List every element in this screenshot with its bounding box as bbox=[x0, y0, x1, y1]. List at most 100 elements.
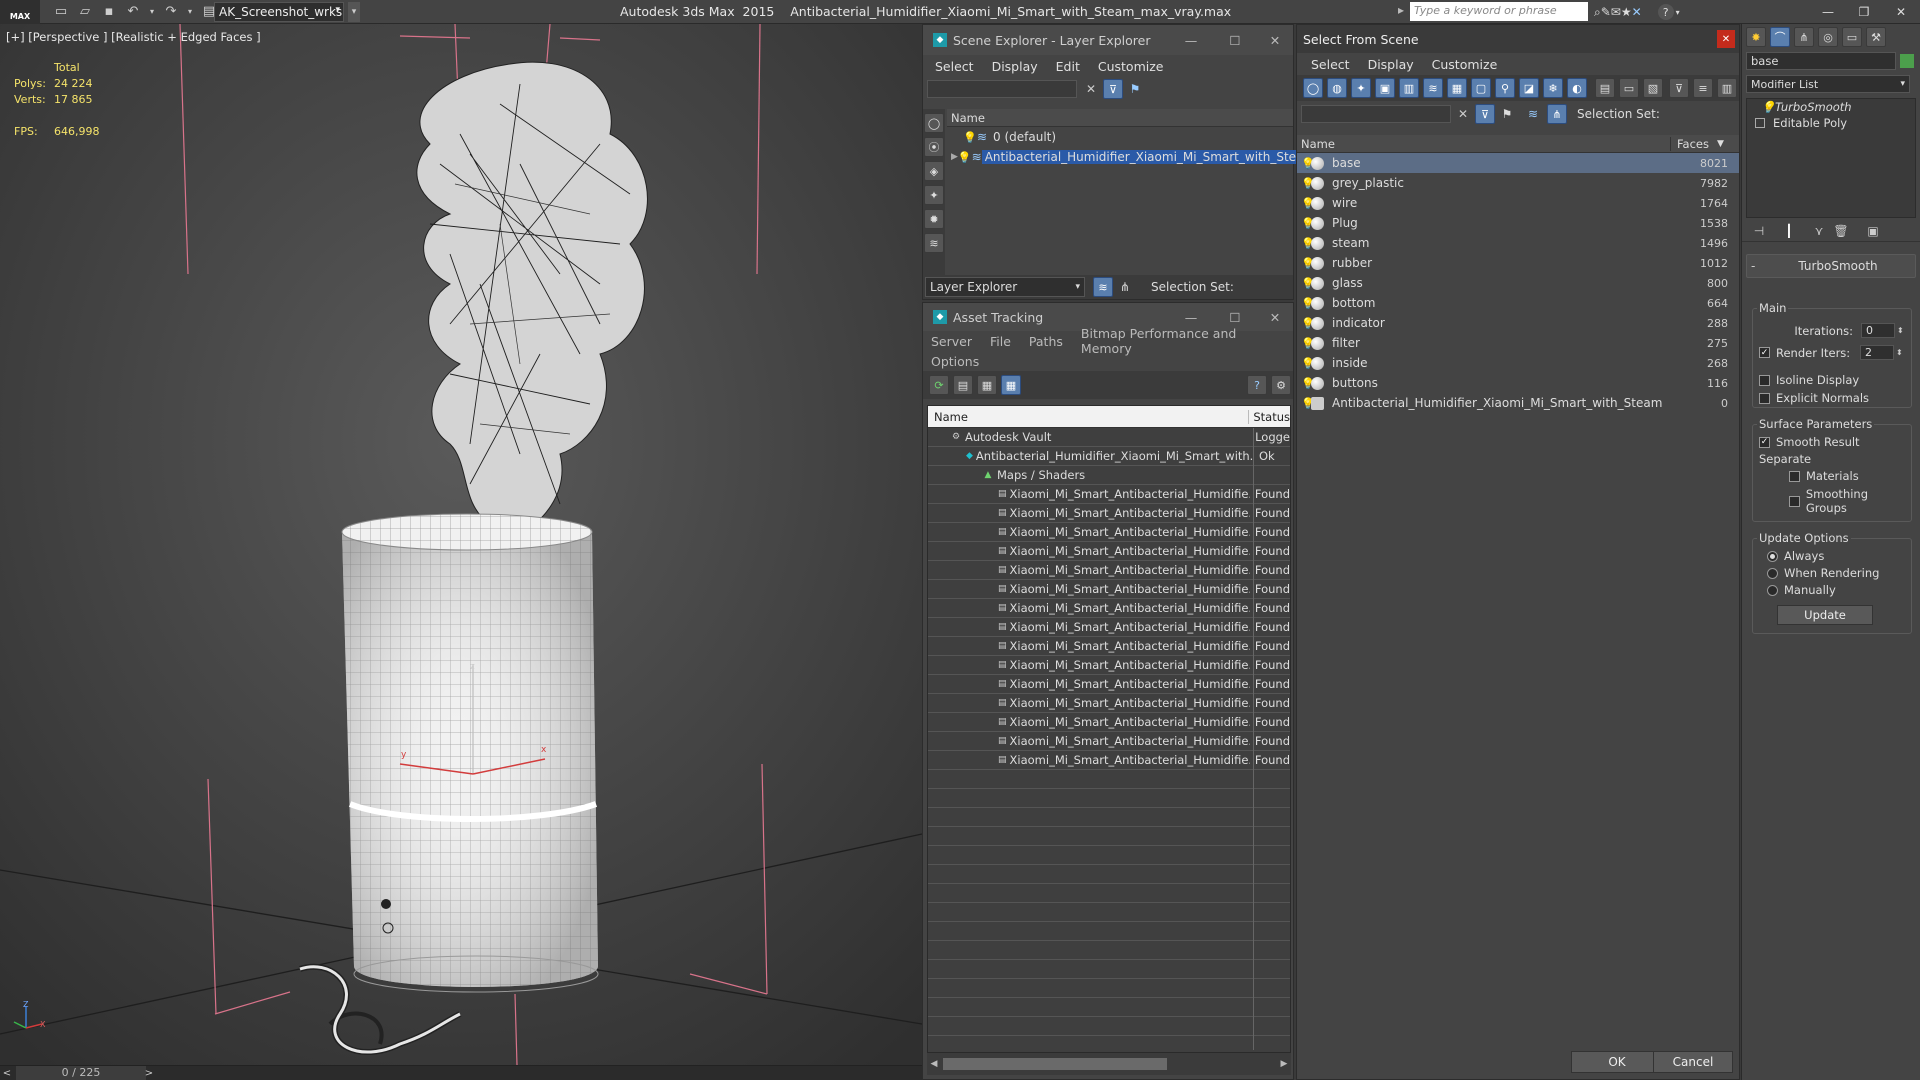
object-name-input[interactable]: base bbox=[1746, 52, 1896, 70]
object-row[interactable]: 💡 Antibacterial_Humidifier_Xiaomi_Mi_Smar… bbox=[1297, 393, 1739, 413]
menu-options[interactable]: Options bbox=[931, 354, 979, 369]
workspace-dropdown[interactable]: AK_Screenshot_wrksp ▾ bbox=[214, 2, 344, 22]
help-icon[interactable]: ? bbox=[1657, 4, 1674, 20]
display-spacewarps-icon[interactable]: ≋ bbox=[1423, 78, 1443, 98]
lights-filter-icon[interactable]: ✹ bbox=[924, 209, 944, 229]
display-lights-icon[interactable]: ✦ bbox=[1351, 78, 1371, 98]
menu-customize[interactable]: Customize bbox=[1098, 59, 1164, 74]
redo-icon[interactable]: ↷ bbox=[162, 3, 180, 21]
open-file-icon[interactable]: ▱ bbox=[76, 3, 94, 21]
object-row[interactable]: 💡 Plug 1538 bbox=[1297, 213, 1739, 233]
layers-icon[interactable]: ≋ bbox=[1521, 107, 1545, 121]
bulb-icon[interactable]: 💡 bbox=[1297, 357, 1315, 370]
restore-icon[interactable]: ❐ bbox=[1846, 0, 1882, 24]
asset-row[interactable]: ▤ Xiaomi_Mi_Smart_Antibacterial_Humidifie… bbox=[928, 485, 1290, 504]
materials-checkbox[interactable] bbox=[1789, 470, 1800, 482]
layers-filter-icon[interactable]: ≋ bbox=[924, 233, 944, 253]
maximize-icon[interactable]: ☐ bbox=[1213, 33, 1257, 48]
display-groups-icon[interactable]: ▦ bbox=[1447, 78, 1467, 98]
layer-list-header[interactable]: Name bbox=[947, 109, 1293, 127]
menu-paths[interactable]: Paths bbox=[1029, 334, 1063, 349]
close-icon[interactable]: ✕ bbox=[1717, 30, 1735, 48]
undo-dropdown-icon[interactable]: ▾ bbox=[148, 3, 156, 21]
bulb-icon[interactable]: 💡 bbox=[963, 131, 977, 144]
stack-item-turbosmooth[interactable]: 💡 TurboSmooth bbox=[1747, 99, 1915, 115]
list-view-icon[interactable]: ▤ bbox=[953, 375, 973, 395]
cancel-button[interactable]: Cancel bbox=[1653, 1051, 1733, 1073]
select-search-input[interactable] bbox=[1301, 105, 1451, 123]
bulb-icon[interactable]: 💡 bbox=[1297, 197, 1315, 210]
bulb-icon[interactable]: 💡 bbox=[1297, 237, 1315, 250]
minimize-icon[interactable]: — bbox=[1169, 33, 1213, 48]
close-icon[interactable]: ✕ bbox=[1882, 0, 1920, 24]
object-row[interactable]: 💡 indicator 288 bbox=[1297, 313, 1739, 333]
viewport-label[interactable]: [+] [Perspective ] [Realistic + Edged Fa… bbox=[6, 30, 261, 44]
faces-column-header[interactable]: Faces bbox=[1671, 137, 1709, 151]
display-bones-icon[interactable]: ⚲ bbox=[1495, 78, 1515, 98]
object-row[interactable]: 💡 filter 275 bbox=[1297, 333, 1739, 353]
modifier-list-dropdown[interactable]: Modifier List ▾ bbox=[1746, 75, 1910, 93]
search-input[interactable]: Type a keyword or phrase bbox=[1410, 2, 1588, 21]
menu-customize[interactable]: Customize bbox=[1432, 57, 1498, 72]
menu-server[interactable]: Server bbox=[931, 334, 972, 349]
iterations-spinner[interactable]: 0 bbox=[1861, 323, 1895, 338]
asset-row[interactable]: ▤ Xiaomi_Mi_Smart_Antibacterial_Humidifie… bbox=[928, 580, 1290, 599]
motion-tab-icon[interactable]: ◎ bbox=[1818, 27, 1838, 47]
bulb-icon[interactable]: 💡 bbox=[1761, 100, 1775, 114]
bulb-icon[interactable]: 💡 bbox=[1297, 177, 1315, 190]
save-icon[interactable]: ▪ bbox=[100, 3, 118, 21]
exchange-icon[interactable]: ✕ bbox=[1632, 5, 1642, 19]
columns-icon[interactable]: ▥ bbox=[1717, 78, 1737, 98]
display-geometry-icon[interactable]: ◯ bbox=[1303, 78, 1323, 98]
utilities-tab-icon[interactable]: ⚒ bbox=[1866, 27, 1886, 47]
asset-row[interactable]: ▤ Xiaomi_Mi_Smart_Antibacterial_Humidifie… bbox=[928, 751, 1290, 770]
settings-icon[interactable]: ⚙ bbox=[1271, 375, 1291, 395]
menu-select[interactable]: Select bbox=[935, 59, 974, 74]
asset-row[interactable]: ▤ Xiaomi_Mi_Smart_Antibacterial_Humidifie… bbox=[928, 694, 1290, 713]
display-xrefs-icon[interactable]: ▢ bbox=[1471, 78, 1491, 98]
menu-edit[interactable]: Edit bbox=[1056, 59, 1080, 74]
hierarchy-icon[interactable]: ⋔ bbox=[1115, 280, 1135, 294]
asset-row[interactable]: ⚙ Autodesk Vault Logge bbox=[928, 428, 1290, 447]
asset-row[interactable]: ▤ Xiaomi_Mi_Smart_Antibacterial_Humidifie… bbox=[928, 732, 1290, 751]
bulb-icon[interactable]: 💡 bbox=[1297, 337, 1315, 350]
object-row[interactable]: 💡 rubber 1012 bbox=[1297, 253, 1739, 273]
show-end-result-icon[interactable]: ┃ bbox=[1778, 224, 1800, 238]
filter-icon[interactable]: ⊽ bbox=[1475, 104, 1495, 124]
undo-icon[interactable]: ↶ bbox=[124, 3, 142, 21]
redo-dropdown-icon[interactable]: ▾ bbox=[186, 3, 194, 21]
render-iters-checkbox[interactable]: ✓ bbox=[1759, 347, 1770, 358]
layer-row-default[interactable]: 💡 ≋ 0 (default) bbox=[947, 127, 1293, 147]
bulb-icon[interactable]: 💡 bbox=[958, 151, 972, 164]
clear-search-icon[interactable]: ✕ bbox=[1453, 107, 1473, 121]
object-row[interactable]: 💡 grey_plastic 7982 bbox=[1297, 173, 1739, 193]
make-unique-icon[interactable]: ⋎ bbox=[1808, 224, 1830, 238]
bulb-icon[interactable]: 💡 bbox=[1297, 257, 1315, 270]
object-row[interactable]: 💡 base 8021 bbox=[1297, 153, 1739, 173]
help-dropdown-icon[interactable]: ▾ bbox=[1674, 8, 1682, 17]
bulb-icon[interactable]: 💡 bbox=[1297, 277, 1315, 290]
layer-row-humidifier[interactable]: ▶ 💡 ≋ Antibacterial_Humidifier_Xiaomi_Mi… bbox=[947, 147, 1319, 167]
select-from-scene-titlebar[interactable]: Select From Scene ✕ bbox=[1297, 25, 1739, 53]
smoothing-groups-checkbox[interactable] bbox=[1789, 495, 1800, 507]
scroll-thumb[interactable] bbox=[943, 1058, 1167, 1070]
binoculars-icon[interactable]: ⌕ bbox=[1594, 5, 1601, 20]
workspace-menu-icon[interactable]: ▾ bbox=[348, 2, 360, 22]
find-icon[interactable]: ⚑ bbox=[1125, 82, 1145, 96]
next-frame-button[interactable]: > bbox=[142, 1066, 156, 1080]
select-invert-icon[interactable]: ▧ bbox=[1643, 78, 1663, 98]
spinner-arrows-icon[interactable]: ⬍ bbox=[1897, 326, 1904, 335]
menu-select[interactable]: Select bbox=[1311, 57, 1350, 72]
when-rendering-radio[interactable] bbox=[1767, 567, 1778, 579]
maximize-icon[interactable]: ☐ bbox=[1213, 310, 1257, 325]
asset-row[interactable]: ▤ Xiaomi_Mi_Smart_Antibacterial_Humidifie… bbox=[928, 599, 1290, 618]
geometry-filter-icon[interactable]: ◈ bbox=[924, 161, 944, 181]
asset-row[interactable]: ▤ Xiaomi_Mi_Smart_Antibacterial_Humidifie… bbox=[928, 561, 1290, 580]
minimize-icon[interactable]: — bbox=[1169, 310, 1213, 325]
asset-row[interactable]: ▤ Xiaomi_Mi_Smart_Antibacterial_Humidifie… bbox=[928, 504, 1290, 523]
bulb-icon[interactable]: 💡 bbox=[1297, 377, 1315, 390]
remove-modifier-icon[interactable]: 🗑 bbox=[1830, 224, 1852, 238]
name-column-header[interactable]: Name bbox=[1297, 136, 1671, 151]
display-none-icon[interactable]: ◯ bbox=[924, 113, 944, 133]
subscription-icon[interactable]: ✎ bbox=[1601, 5, 1611, 19]
